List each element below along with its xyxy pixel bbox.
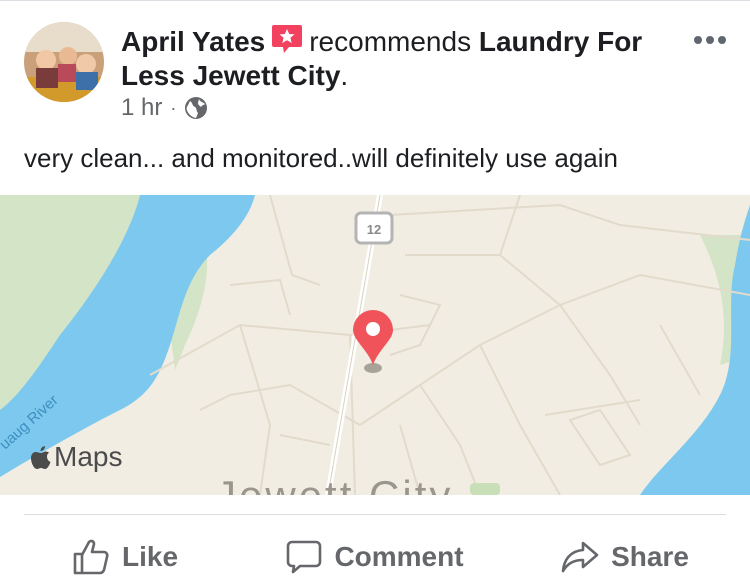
share-button[interactable]: Share bbox=[500, 530, 750, 584]
avatar[interactable] bbox=[24, 22, 104, 102]
like-button[interactable]: Like bbox=[0, 530, 250, 584]
post-header: April Yates recommends Laundry For Less J… bbox=[121, 24, 681, 93]
actions-divider bbox=[24, 514, 726, 515]
map-preview[interactable]: 12 uaug River Jewett City Maps bbox=[0, 195, 750, 495]
apple-logo-icon bbox=[30, 444, 52, 470]
globe-icon bbox=[184, 96, 208, 120]
recommendation-star-icon bbox=[271, 24, 303, 54]
action-bar: Like Comment Share bbox=[0, 530, 750, 584]
thumbs-up-icon bbox=[72, 538, 110, 576]
comment-bubble-icon bbox=[286, 539, 322, 575]
post-timestamp[interactable]: 1 hr bbox=[121, 94, 162, 122]
more-options-icon[interactable] bbox=[690, 30, 730, 50]
meta-separator: · bbox=[170, 97, 177, 118]
maps-attribution: Maps bbox=[30, 441, 122, 473]
maps-label: Maps bbox=[54, 441, 123, 472]
city-label: Jewett City bbox=[215, 472, 453, 495]
share-arrow-icon bbox=[561, 540, 599, 574]
share-label: Share bbox=[611, 541, 689, 572]
like-label: Like bbox=[121, 541, 179, 572]
author-name[interactable]: April Yates bbox=[121, 26, 265, 57]
post-meta: 1 hr · bbox=[121, 94, 208, 122]
comment-button[interactable]: Comment bbox=[250, 530, 500, 584]
comment-label: Comment bbox=[334, 541, 464, 572]
route-label: 12 bbox=[367, 222, 381, 237]
action-verb: recommends bbox=[309, 26, 472, 57]
post-body: very clean... and monitored..will defini… bbox=[24, 143, 618, 173]
card-top-border bbox=[0, 0, 750, 1]
header-period: . bbox=[340, 60, 349, 91]
